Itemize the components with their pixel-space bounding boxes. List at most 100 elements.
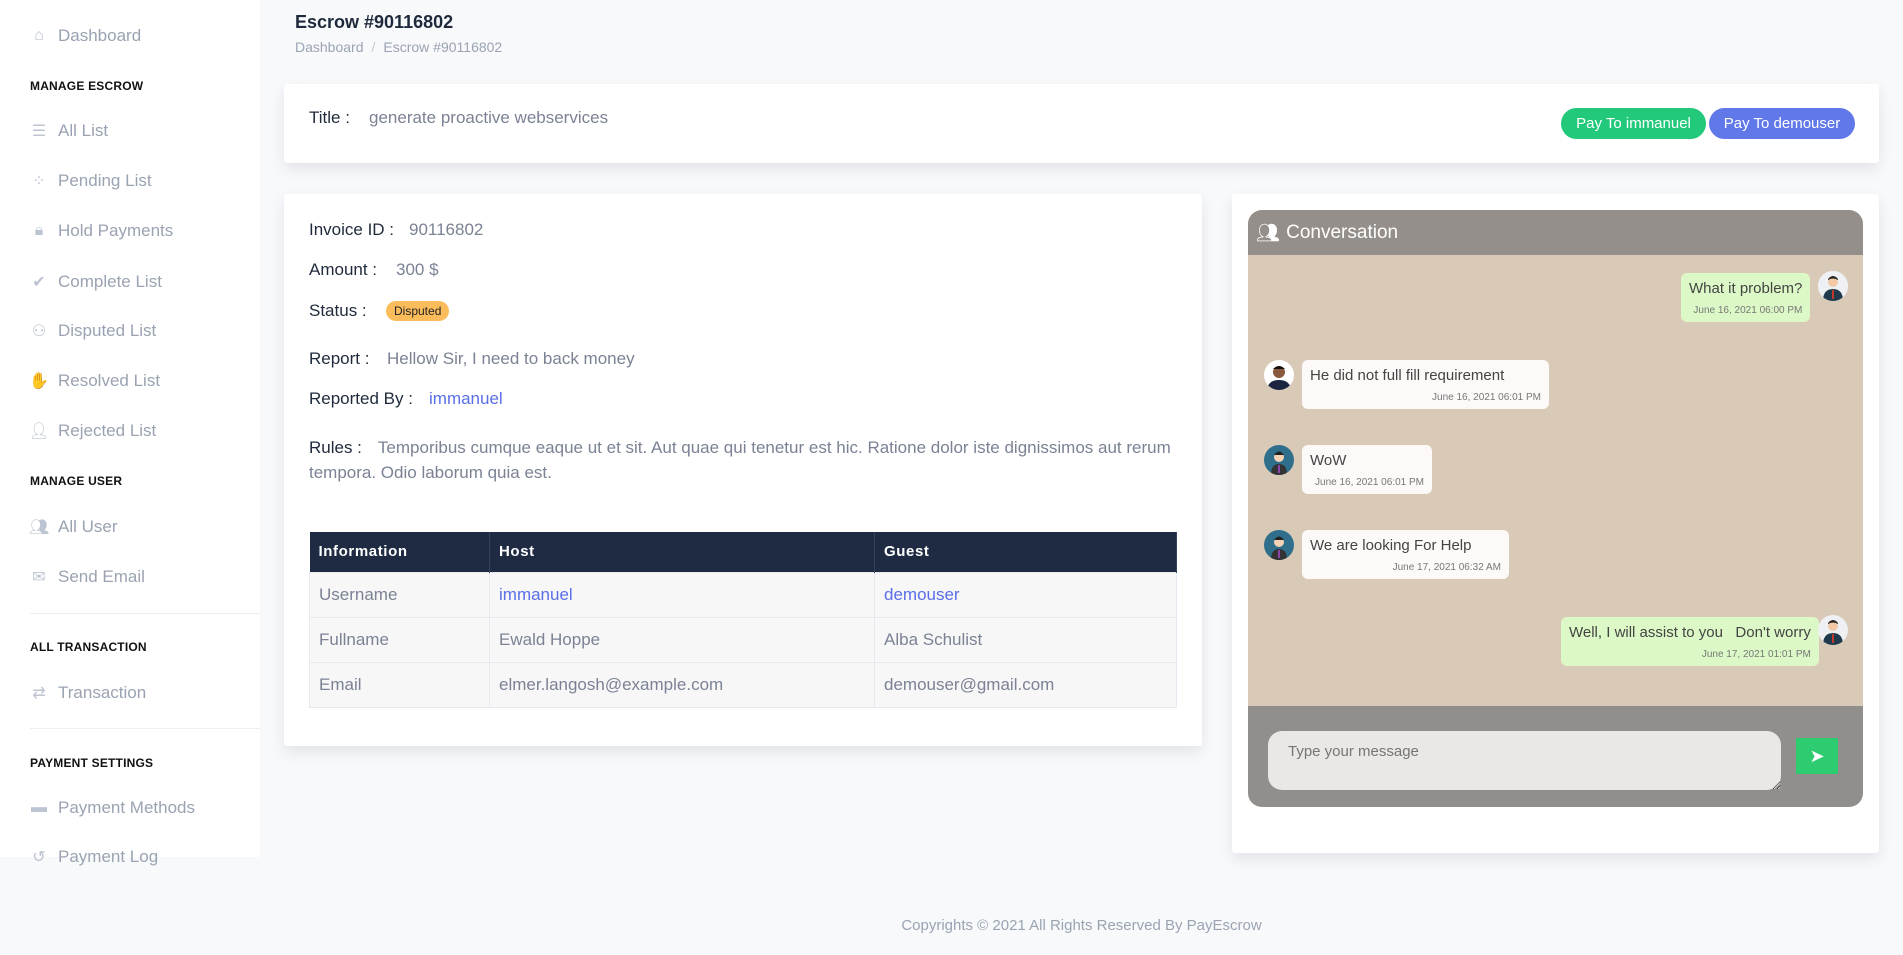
title-card: Title : generate proactive webservices P… bbox=[284, 84, 1879, 163]
list-icon: ☰ bbox=[31, 123, 47, 140]
invoice-value: 90116802 bbox=[409, 220, 484, 239]
sidebar-item-label: All User bbox=[58, 517, 118, 536]
breadcrumb-current: Escrow #90116802 bbox=[383, 39, 503, 55]
column-header: Information bbox=[309, 532, 490, 572]
section-heading: ALL TRANSACTION bbox=[30, 640, 147, 654]
conversation-title: Conversation bbox=[1286, 221, 1399, 243]
message-bubble: He did not full fill requirement June 16,… bbox=[1302, 360, 1549, 409]
pay-guest-button[interactable]: Pay To demouser bbox=[1709, 108, 1855, 139]
column-header: Host bbox=[489, 532, 875, 572]
sidebar-item-label: Dashboard bbox=[58, 26, 142, 45]
avatar bbox=[1264, 445, 1294, 475]
rules-text: Temporibus cumque eaque ut et sit. Aut q… bbox=[309, 438, 1171, 482]
sidebar-item-dashboard[interactable]: ⌂ Dashboard bbox=[30, 24, 141, 48]
avatar bbox=[1818, 271, 1848, 301]
divider bbox=[30, 728, 260, 729]
sidebar-item-label: Rejected List bbox=[58, 421, 157, 440]
sidebar-item-payment-methods[interactable]: ▬ Payment Methods bbox=[30, 796, 195, 820]
sidebar-item-label: All List bbox=[58, 121, 109, 140]
reported-by-link[interactable]: immanuel bbox=[429, 389, 503, 409]
sidebar-item-hold-payments[interactable]: 🔒︎ Hold Payments bbox=[30, 219, 174, 243]
envelope-open-icon: ✉ bbox=[32, 569, 46, 586]
sidebar-item-resolved-list[interactable]: ✋ Resolved List bbox=[29, 369, 161, 393]
history-icon: ↺ bbox=[32, 849, 46, 866]
table-cell: Ewald Hoppe bbox=[489, 616, 875, 663]
message-time: June 17, 2021 06:32 AM bbox=[1392, 562, 1501, 573]
message-text: Well, I will assist to you Don't worry bbox=[1569, 624, 1811, 641]
table-row: Username immanuel demouser bbox=[309, 571, 1177, 618]
breadcrumb-dashboard[interactable]: Dashboard bbox=[295, 39, 364, 55]
sidebar-item-all-user[interactable]: 👥︎ All User bbox=[29, 515, 118, 539]
paper-plane-icon: ➤ bbox=[1809, 745, 1825, 766]
host-username-link[interactable]: immanuel bbox=[489, 571, 875, 618]
amount-label: Amount : bbox=[309, 260, 378, 279]
table-cell: Username bbox=[309, 571, 490, 618]
sidebar-item-transaction[interactable]: ⇄ Transaction bbox=[30, 681, 146, 705]
divider bbox=[30, 613, 260, 614]
sidebar: ⌂ Dashboard MANAGE ESCROW ☰ All List ⁘ Pend… bbox=[0, 0, 260, 869]
footer-copyright: Copyrights © 2021 All Rights Reserved By… bbox=[901, 917, 1262, 934]
section-heading: MANAGE USER bbox=[30, 474, 123, 488]
table-cell: elmer.langosh@example.com bbox=[489, 661, 875, 708]
send-button[interactable]: ➤ bbox=[1796, 738, 1838, 774]
sidebar-item-pending-list[interactable]: ⁘ Pending List bbox=[30, 169, 152, 193]
sidebar-item-label: Payment Log bbox=[58, 847, 159, 866]
avatar bbox=[1818, 615, 1848, 645]
sidebar-item-send-email[interactable]: ✉ Send Email bbox=[30, 565, 145, 589]
message-bubble: What it problem? June 16, 2021 06:00 PM bbox=[1681, 273, 1811, 322]
message-time: June 16, 2021 06:01 PM bbox=[1432, 392, 1541, 403]
table-cell: Email bbox=[309, 661, 490, 708]
sidebar-item-label: Resolved List bbox=[58, 371, 161, 390]
credit-card-icon: ▬ bbox=[31, 799, 47, 816]
status-label: Status : bbox=[309, 301, 367, 320]
section-heading: MANAGE ESCROW bbox=[30, 79, 144, 93]
table-row: Fullname Ewald Hoppe Alba Schulist bbox=[309, 616, 1177, 663]
handshake-icon: ✋ bbox=[29, 373, 49, 390]
sidebar-item-all-list[interactable]: ☰ All List bbox=[30, 119, 108, 143]
conversation-header: 👥︎ Conversation bbox=[1248, 210, 1863, 255]
report-label: Report : bbox=[309, 349, 370, 368]
pay-host-button[interactable]: Pay To immanuel bbox=[1561, 108, 1706, 139]
message-time: June 16, 2021 06:00 PM bbox=[1693, 305, 1803, 316]
sidebar-item-disputed-list[interactable]: ⚇ Disputed List bbox=[30, 319, 156, 343]
rules-label: Rules : bbox=[309, 438, 362, 457]
table-cell: demouser@gmail.com bbox=[874, 661, 1177, 708]
table-cell: Fullname bbox=[309, 616, 490, 663]
table-cell: Alba Schulist bbox=[874, 616, 1177, 663]
sidebar-item-rejected-list[interactable]: 👤︎ Rejected List bbox=[29, 419, 157, 443]
title-value: generate proactive webservices bbox=[369, 108, 609, 127]
escrow-details-card: Invoice ID : 90116802 Amount : 300 $ Sta… bbox=[284, 194, 1202, 746]
sidebar-item-complete-list[interactable]: ✔ Complete List bbox=[30, 270, 162, 294]
check-circle-icon: ✔ bbox=[32, 274, 46, 291]
users-icon: 👥︎ bbox=[1256, 222, 1281, 244]
conversation-panel: 👥︎ Conversation What it problem? June 16, … bbox=[1248, 210, 1863, 807]
lock-icon: 🔒︎ bbox=[34, 222, 44, 239]
exchange-icon: ⇄ bbox=[32, 685, 46, 702]
section-heading: PAYMENT SETTINGS bbox=[30, 756, 154, 770]
report-value: Hellow Sir, I need to back money bbox=[387, 349, 635, 368]
sidebar-item-label: Transaction bbox=[58, 683, 147, 702]
parties-table: Information Host Guest Username immanuel dem… bbox=[309, 532, 1177, 708]
message-bubble: Well, I will assist to you Don't worry Ju… bbox=[1561, 617, 1819, 666]
message-composer: ➤ bbox=[1248, 706, 1863, 807]
home-icon: ⌂ bbox=[34, 27, 44, 44]
column-header: Guest bbox=[874, 532, 1177, 572]
amount-value: 300 $ bbox=[396, 260, 439, 279]
sidebar-item-label: Payment Methods bbox=[58, 798, 196, 817]
rules: Rules : Temporibus cumque eaque ut et sit… bbox=[309, 435, 1179, 485]
sidebar-item-label: Complete List bbox=[58, 272, 162, 291]
spinner-icon: ⁘ bbox=[32, 173, 46, 190]
page-title: Escrow #90116802 bbox=[295, 12, 454, 32]
sidebar-item-label: Disputed List bbox=[58, 321, 157, 340]
table-row: Email elmer.langosh@example.com demouser@g… bbox=[309, 661, 1177, 708]
breadcrumb-separator: / bbox=[371, 39, 376, 55]
guest-username-link[interactable]: demouser bbox=[874, 571, 1177, 618]
sidebar-item-label: Hold Payments bbox=[58, 221, 174, 240]
sidebar-item-label: Pending List bbox=[58, 171, 152, 190]
title-label: Title : bbox=[309, 108, 350, 127]
sidebar-item-payment-log[interactable]: ↺ Payment Log bbox=[30, 845, 159, 869]
message-input[interactable] bbox=[1268, 731, 1781, 790]
message-bubble: We are looking For Help June 17, 2021 06:… bbox=[1302, 530, 1509, 579]
message-text: WoW bbox=[1310, 452, 1347, 469]
message-time: June 17, 2021 01:01 PM bbox=[1701, 649, 1811, 660]
